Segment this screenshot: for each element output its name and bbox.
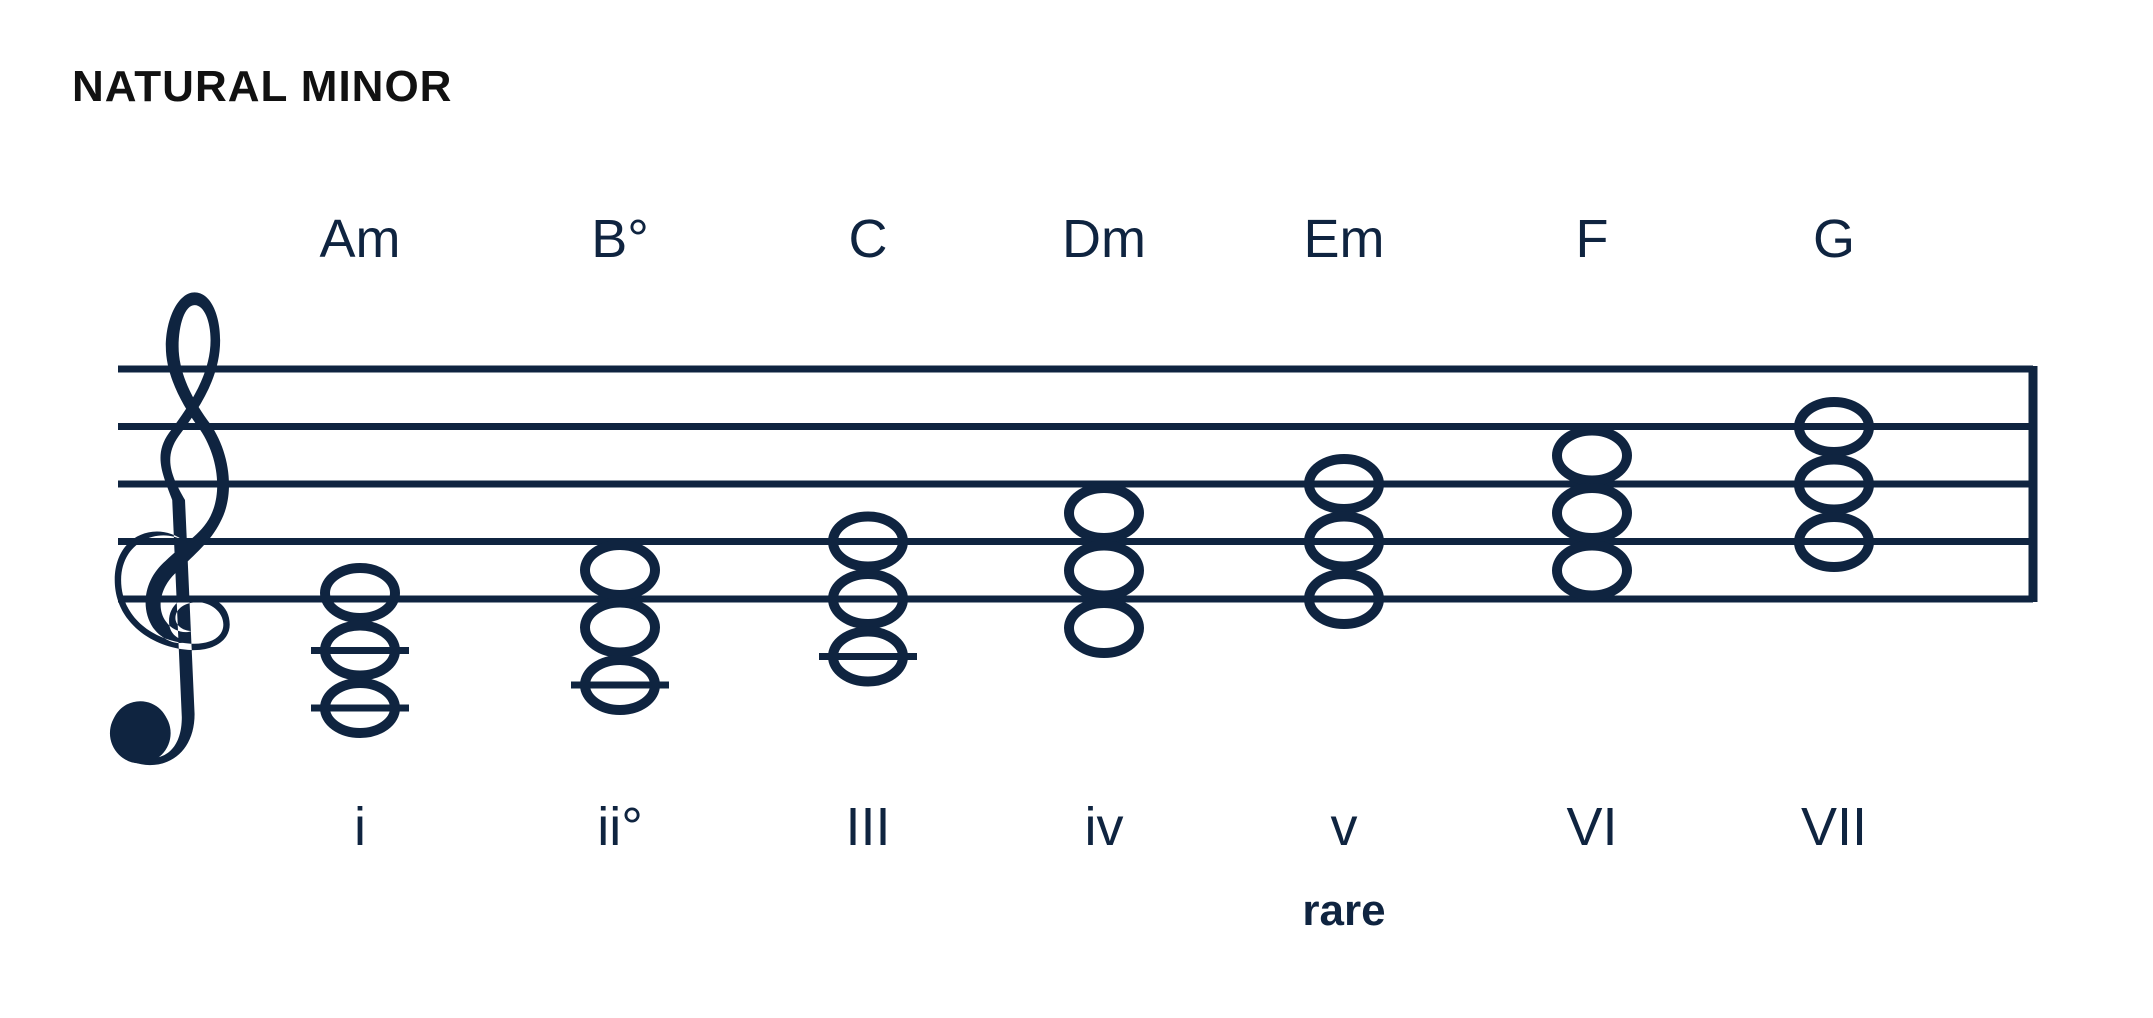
- notehead: [580, 597, 660, 658]
- chord-name-dm: Dm: [1062, 209, 1146, 269]
- roman-numeral-1: i: [354, 797, 366, 857]
- treble-clef-dot: [109, 702, 171, 764]
- notehead: [1552, 483, 1632, 543]
- staff-lines: [118, 365, 2033, 603]
- roman-numeral-7: VII: [1800, 797, 1868, 857]
- chord-name-c: C: [848, 209, 888, 269]
- music-staff-graphic: [109, 292, 2038, 766]
- notehead: [1552, 540, 1632, 601]
- notehead: [1064, 540, 1144, 601]
- roman-numeral-2: ii°: [597, 797, 643, 857]
- annotation-rare: rare: [1302, 886, 1386, 935]
- roman-numeral-4: iv: [1084, 797, 1124, 857]
- chord-name-g: G: [1812, 209, 1856, 269]
- roman-numeral-3: III: [845, 797, 891, 857]
- chord-noteheads: [320, 397, 1874, 738]
- chord-name-f: F: [1575, 209, 1609, 269]
- notehead: [1064, 483, 1144, 543]
- diagram-canvas: NATURAL MINOR Am B° C Dm Em F G i ii° III iv v rare…: [0, 0, 2153, 1018]
- roman-numeral-5: v: [1330, 797, 1358, 857]
- roman-numeral-6: VI: [1566, 797, 1618, 857]
- chord-name-em: Em: [1303, 209, 1385, 269]
- notehead: [580, 540, 660, 600]
- chord-name-bdim: B°: [591, 209, 649, 269]
- chord-name-am: Am: [319, 209, 401, 269]
- treble-clef-icon: [109, 292, 230, 766]
- notehead: [1552, 425, 1632, 486]
- notehead: [320, 563, 400, 623]
- notehead: [1064, 598, 1144, 658]
- treble-clef-path: [111, 292, 230, 766]
